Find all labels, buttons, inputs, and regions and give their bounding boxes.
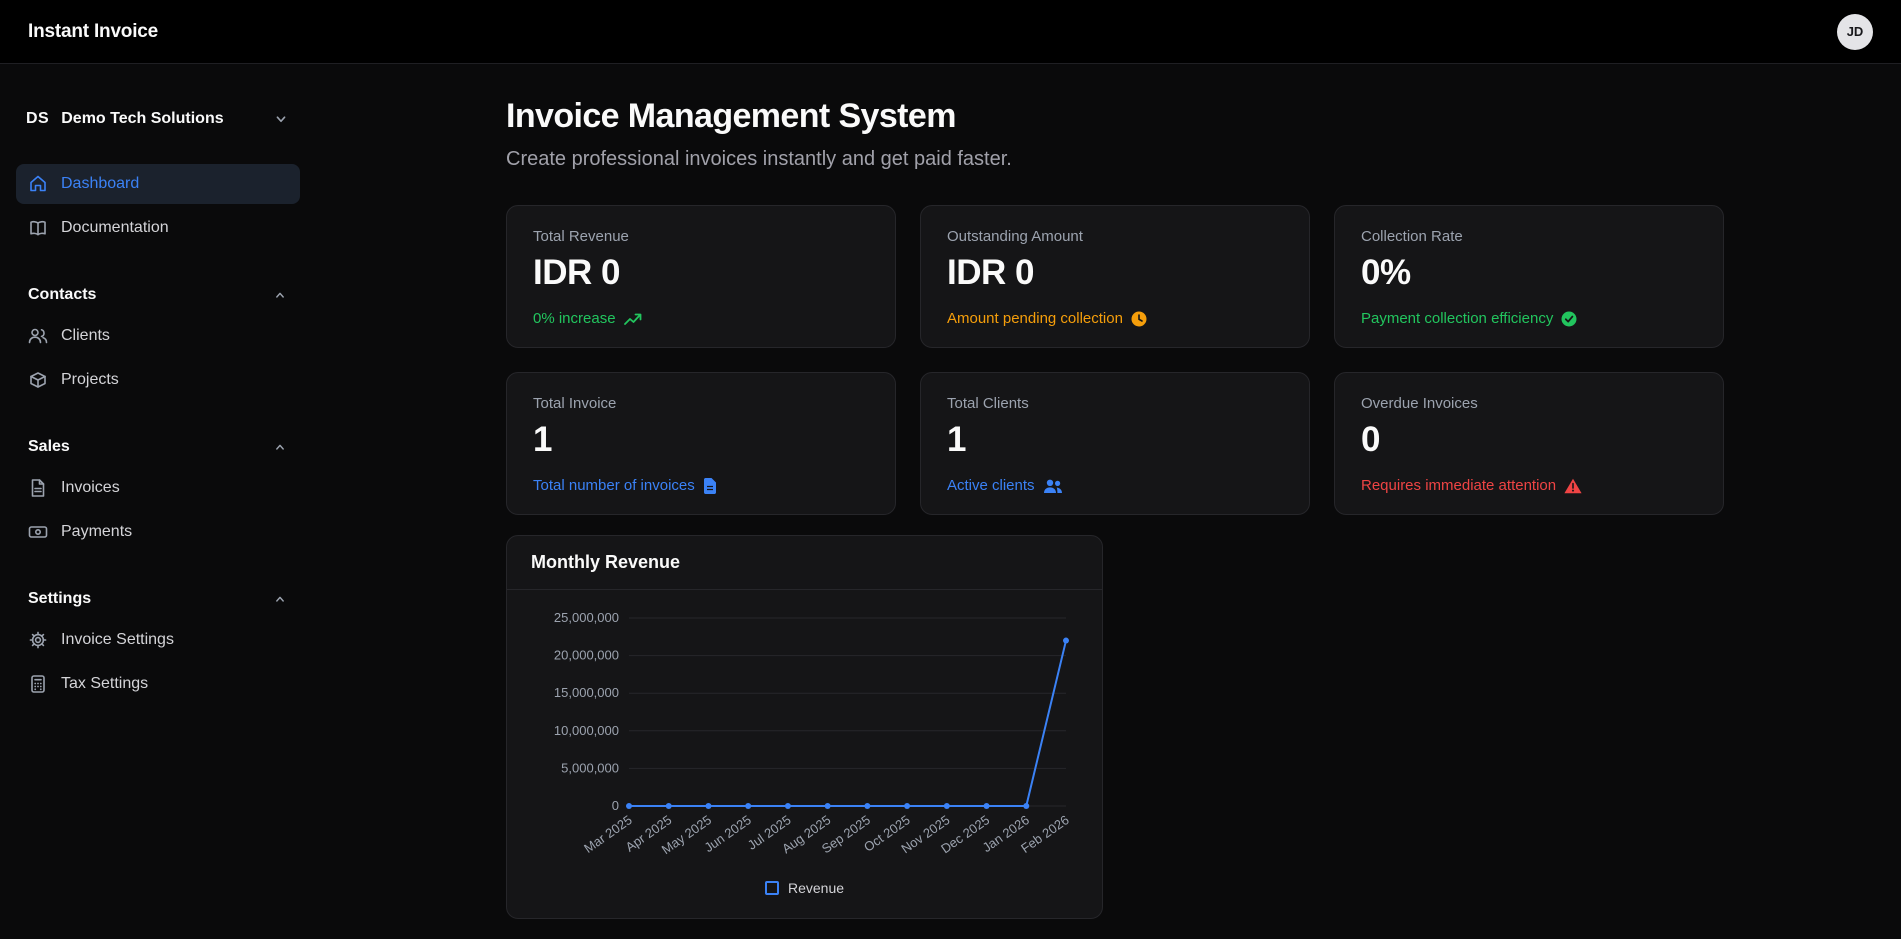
sidebar-section-settings: Settings Invoice Settings Tax Settings: [16, 582, 300, 704]
stat-note-text: Payment collection efficiency: [1361, 310, 1554, 327]
stat-card-total-revenue: Total Revenue IDR 0 0% increase: [506, 205, 896, 348]
stat-note: Total number of invoices: [533, 477, 869, 494]
legend-label: Revenue: [787, 880, 845, 896]
sidebar-item-projects[interactable]: Projects: [16, 360, 300, 400]
app-brand[interactable]: Instant Invoice: [28, 21, 158, 43]
sidebar-item-dashboard[interactable]: Dashboard: [16, 164, 300, 204]
sidebar-item-tax-settings[interactable]: Tax Settings: [16, 664, 300, 704]
sidebar-nav: Dashboard Documentation Contacts Clients…: [16, 164, 300, 704]
chevron-up-icon: [272, 591, 288, 607]
chevron-up-icon: [272, 287, 288, 303]
stat-value: IDR 0: [947, 253, 1034, 292]
section-label: Sales: [28, 438, 70, 455]
stat-note: Active clients: [947, 477, 1283, 494]
sidebar-item-invoices[interactable]: Invoices: [16, 468, 300, 508]
stat-label: Collection Rate: [1361, 228, 1463, 245]
sidebar-item-payments[interactable]: Payments: [16, 512, 300, 552]
stat-value: 0: [1361, 420, 1380, 459]
chart-card-header: Monthly Revenue: [507, 536, 1102, 590]
section-label: Contacts: [28, 286, 97, 303]
chevron-down-icon: [272, 110, 290, 128]
sidebar-item-label: Invoice Settings: [61, 631, 174, 648]
svg-text:0: 0: [612, 798, 619, 813]
page-subtitle: Create professional invoices instantly a…: [506, 148, 1012, 170]
svg-text:25,000,000: 25,000,000: [554, 610, 619, 625]
chart-legend[interactable]: Revenue: [525, 876, 1084, 906]
file-text-icon: [28, 478, 48, 498]
calculator-icon: [28, 674, 48, 694]
stat-value: 1: [533, 420, 552, 459]
stat-label: Total Revenue: [533, 228, 629, 245]
sidebar-item-label: Dashboard: [61, 175, 140, 192]
monthly-revenue-card: Monthly Revenue 0 5,000,000 10,000,000 15,0…: [506, 535, 1103, 919]
org-name: Demo Tech Solutions: [61, 110, 224, 127]
user-avatar[interactable]: JD: [1837, 13, 1873, 50]
stat-note: 0% increase: [533, 310, 869, 327]
check-circle-icon: [1561, 311, 1577, 326]
sidebar-item-label: Tax Settings: [61, 675, 149, 692]
monthly-revenue-chart: 0 5,000,000 10,000,000 15,000,000 20,000,000…: [554, 610, 1072, 857]
sidebar-section-contacts-header[interactable]: Contacts: [16, 278, 300, 316]
page-title: Invoice Management System: [506, 97, 956, 135]
file-icon: [703, 477, 716, 494]
legend-swatch: [764, 881, 779, 895]
stat-card-total-clients: Total Clients 1 Active clients: [920, 372, 1310, 515]
stat-value: 0%: [1361, 253, 1411, 292]
users-icon: [1043, 479, 1062, 493]
sidebar-item-label: Invoices: [61, 479, 120, 496]
svg-text:15,000,000: 15,000,000: [554, 685, 619, 700]
sidebar-section-sales: Sales Invoices Payments: [16, 430, 300, 552]
org-logo: DS: [26, 110, 50, 127]
org-selector[interactable]: DS Demo Tech Solutions: [16, 106, 300, 132]
chart-title: Monthly Revenue: [531, 552, 681, 572]
package-icon: [28, 370, 48, 390]
stat-note-text: Active clients: [947, 477, 1035, 494]
sidebar-item-clients[interactable]: Clients: [16, 316, 300, 356]
book-open-icon: [28, 218, 48, 238]
sidebar-item-invoice-settings[interactable]: Invoice Settings: [16, 620, 300, 660]
sidebar-item-label: Projects: [61, 371, 119, 388]
stat-card-collection-rate: Collection Rate 0% Payment collection ef…: [1334, 205, 1724, 348]
sidebar: DS Demo Tech Solutions Dashboard Documen…: [0, 64, 316, 939]
svg-text:10,000,000: 10,000,000: [554, 723, 619, 738]
trend-up-icon: [623, 313, 641, 325]
sidebar-section-sales-header[interactable]: Sales: [16, 430, 300, 468]
clock-icon: [1131, 311, 1147, 326]
stat-note: Amount pending collection: [947, 310, 1283, 327]
svg-text:20,000,000: 20,000,000: [554, 648, 619, 663]
users-icon: [28, 326, 48, 346]
sidebar-section-settings-header[interactable]: Settings: [16, 582, 300, 620]
warning-icon: [1564, 478, 1582, 493]
stat-value: IDR 0: [533, 253, 620, 292]
gear-icon: [28, 630, 48, 650]
chart-body: 0 5,000,000 10,000,000 15,000,000 20,000,000…: [507, 590, 1102, 918]
sidebar-section-contacts: Contacts Clients Projects: [16, 278, 300, 400]
sidebar-item-label: Payments: [61, 523, 133, 540]
stats-grid: Total Revenue IDR 0 0% increase Outstand…: [506, 205, 1724, 515]
main-content: Invoice Management System Create profess…: [316, 64, 1901, 939]
sidebar-item-label: Clients: [61, 327, 110, 344]
stat-value: 1: [947, 420, 966, 459]
stat-label: Total Clients: [947, 395, 1029, 412]
stat-note-text: Requires immediate attention: [1361, 477, 1557, 494]
chevron-up-icon: [272, 439, 288, 455]
home-icon: [28, 174, 48, 194]
sidebar-item-documentation[interactable]: Documentation: [16, 208, 300, 248]
stat-label: Outstanding Amount: [947, 228, 1083, 245]
stat-card-total-invoice: Total Invoice 1 Total number of invoices: [506, 372, 896, 515]
stat-card-outstanding-amount: Outstanding Amount IDR 0 Amount pending …: [920, 205, 1310, 348]
stat-note-text: 0% increase: [533, 310, 616, 327]
section-label: Settings: [28, 590, 92, 607]
stat-label: Overdue Invoices: [1361, 395, 1478, 412]
sidebar-item-label: Documentation: [61, 219, 169, 236]
stat-note-text: Amount pending collection: [947, 310, 1123, 327]
svg-text:5,000,000: 5,000,000: [561, 760, 619, 775]
stat-card-overdue-invoices: Overdue Invoices 0 Requires immediate at…: [1334, 372, 1724, 515]
stat-label: Total Invoice: [533, 395, 617, 412]
topbar: Instant Invoice JD: [0, 0, 1901, 64]
stat-note: Payment collection efficiency: [1361, 310, 1697, 327]
banknote-icon: [28, 522, 48, 542]
stat-note-text: Total number of invoices: [533, 477, 695, 494]
stat-note: Requires immediate attention: [1361, 477, 1697, 494]
